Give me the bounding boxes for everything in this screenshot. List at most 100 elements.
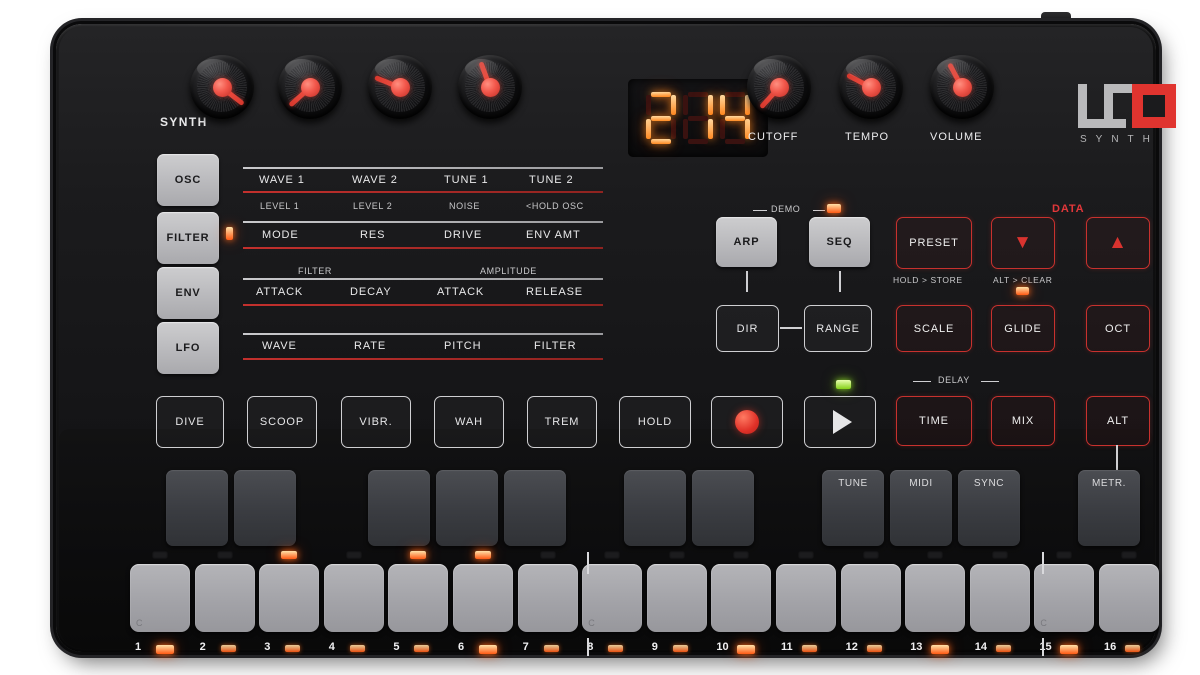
button-record[interactable] (711, 396, 783, 448)
button-play[interactable] (804, 396, 876, 448)
segment-e (683, 119, 688, 139)
octave-divider-2b (1042, 638, 1044, 656)
key-top-led-15 (1056, 551, 1073, 559)
key-5[interactable] (388, 564, 449, 632)
knob-cap (300, 77, 320, 97)
knob-cap (952, 77, 972, 97)
triangle-down-icon: ▼ (1013, 232, 1033, 253)
button-hold[interactable]: HOLD (619, 396, 691, 448)
key-13[interactable] (905, 564, 966, 632)
segment-d (725, 139, 745, 144)
mode-button-label: ENV (175, 287, 201, 299)
key-bottom-led-15 (1060, 645, 1079, 654)
button-range[interactable]: RANGE (804, 305, 872, 352)
button-oct[interactable]: OCT (1086, 305, 1150, 352)
key-1[interactable]: C (130, 564, 190, 632)
param-filter-decay: DECAY (350, 286, 392, 298)
key-10[interactable] (711, 564, 772, 632)
knob-cutoff[interactable] (747, 55, 811, 119)
black-pad-metr[interactable]: METR. (1078, 470, 1140, 546)
key-top-led-3 (281, 551, 298, 559)
knob-wave2[interactable] (278, 55, 342, 119)
perf-button-vibr[interactable]: VIBR. (341, 396, 411, 448)
black-pad-6[interactable] (624, 470, 686, 546)
knob-label-volume: VOLUME (930, 131, 983, 143)
button-data-down[interactable]: ▼ (991, 217, 1055, 269)
key-2[interactable] (194, 564, 255, 632)
black-pad-tune[interactable]: TUNE (822, 470, 884, 546)
param-drive: DRIVE (444, 229, 483, 241)
button-scale[interactable]: SCALE (896, 305, 972, 352)
segment-f (720, 95, 725, 115)
button-arp[interactable]: ARP (716, 217, 777, 267)
segment-e (646, 119, 651, 139)
perf-button-wah[interactable]: WAH (434, 396, 504, 448)
key-7[interactable] (517, 564, 578, 632)
key-number-9: 9 (651, 641, 658, 653)
button-glide[interactable]: GLIDE (991, 305, 1055, 352)
button-label: GLIDE (1004, 322, 1042, 335)
key-bottom-led-3 (285, 645, 301, 652)
knob-wave1[interactable] (190, 55, 254, 119)
knob-tune2[interactable] (458, 55, 522, 119)
key-6[interactable] (453, 564, 513, 632)
segment-f (646, 95, 651, 115)
black-pad-1[interactable] (166, 470, 228, 546)
button-delay-time[interactable]: TIME (896, 396, 972, 446)
key-3[interactable] (259, 564, 320, 632)
octave-divider-1 (587, 552, 589, 574)
button-label: RANGE (816, 322, 860, 335)
black-pad-7[interactable] (692, 470, 754, 546)
black-pad-4[interactable] (436, 470, 498, 546)
black-pad-midi[interactable]: MIDI (890, 470, 952, 546)
filter-rule-top (243, 221, 603, 223)
mode-button-label: OSC (174, 174, 202, 186)
mode-button-osc[interactable]: OSC (157, 154, 219, 206)
button-label: OCT (1105, 322, 1131, 335)
black-pad-2[interactable] (234, 470, 296, 546)
env-header-amplitude: AMPLITUDE (480, 266, 537, 276)
param-noise: NOISE (449, 201, 481, 211)
param-wave2: WAVE 2 (352, 174, 398, 186)
param-res: RES (360, 229, 386, 241)
black-pad-3[interactable] (368, 470, 430, 546)
key-16[interactable] (1099, 564, 1159, 632)
key-number-16: 16 (1104, 641, 1117, 653)
button-preset[interactable]: PRESET (896, 217, 972, 269)
knob-volume[interactable] (930, 55, 994, 119)
knob-tempo[interactable] (839, 55, 903, 119)
button-dir[interactable]: DIR (716, 305, 779, 352)
key-number-11: 11 (781, 641, 793, 653)
perf-button-dive[interactable]: DIVE (156, 396, 224, 448)
perf-button-trem[interactable]: TREM (527, 396, 597, 448)
record-icon (735, 410, 759, 434)
param-amp-release: RELEASE (526, 286, 584, 298)
key-15[interactable]: C (1034, 564, 1095, 632)
segment-b (671, 95, 676, 115)
key-14[interactable] (969, 564, 1030, 632)
button-delay-mix[interactable]: MIX (991, 396, 1055, 446)
mode-button-env[interactable]: ENV (157, 267, 219, 319)
segment-a (688, 92, 708, 97)
key-11[interactable] (776, 564, 836, 632)
key-8[interactable]: C (582, 564, 643, 632)
button-label: ARP (733, 236, 760, 248)
black-pad-5[interactable] (504, 470, 566, 546)
black-pad-sync[interactable]: SYNC (958, 470, 1020, 546)
mode-button-filter[interactable]: FILTER (157, 212, 219, 264)
param-wave1: WAVE 1 (259, 174, 305, 186)
key-bottom-led-9 (672, 645, 688, 652)
hold-store-label: HOLD > STORE (893, 275, 963, 285)
mode-button-lfo[interactable]: LFO (157, 322, 219, 374)
knob-tune1[interactable] (368, 55, 432, 119)
button-data-up[interactable]: ▲ (1086, 217, 1150, 269)
key-9[interactable] (646, 564, 707, 632)
key-12[interactable] (840, 564, 901, 632)
key-top-led-14 (991, 551, 1008, 559)
button-seq[interactable]: SEQ (809, 217, 870, 267)
button-alt[interactable]: ALT (1086, 396, 1150, 446)
perf-button-scoop[interactable]: SCOOP (247, 396, 317, 448)
segment-g (651, 116, 671, 121)
key-4[interactable] (323, 564, 384, 632)
knob-cap (769, 77, 789, 97)
